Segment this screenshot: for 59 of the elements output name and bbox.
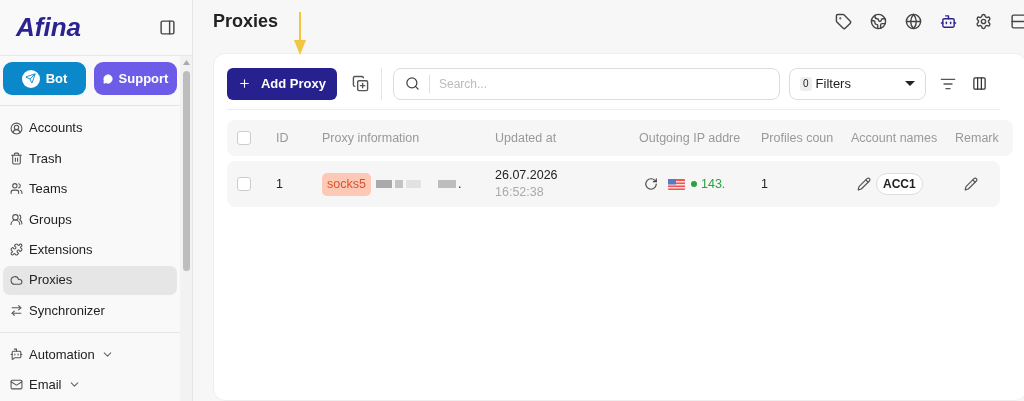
puzzle-icon — [10, 243, 23, 257]
edit-icon[interactable] — [857, 177, 871, 192]
filter-count: 0 — [800, 76, 812, 91]
panel-icon[interactable] — [159, 19, 176, 36]
nav-item[interactable]: Extensions — [3, 235, 177, 265]
nav-item[interactable]: Teams — [3, 174, 177, 204]
search-box[interactable]: Search... — [393, 67, 780, 100]
chat-icon — [102, 73, 113, 84]
cloud-icon — [10, 273, 23, 287]
support-button[interactable]: Support — [94, 62, 177, 95]
arrows-icon — [10, 303, 23, 317]
columns-icon[interactable] — [972, 76, 987, 92]
nav-item[interactable]: Synchronizer — [3, 295, 177, 325]
people-icon — [10, 212, 23, 226]
nav-item[interactable]: Accounts — [3, 113, 177, 143]
nav-section[interactable]: Email — [3, 369, 177, 400]
robot-icon — [10, 348, 23, 362]
people-icon — [10, 182, 23, 196]
refresh-icon[interactable] — [644, 177, 658, 192]
nav-item[interactable]: Trash — [3, 144, 177, 174]
add-batch-icon[interactable] — [352, 75, 369, 93]
caret-icon — [905, 81, 915, 87]
page-title: Proxies — [213, 10, 279, 34]
search-field[interactable]: Search... — [439, 74, 768, 93]
add-proxy-button[interactable]: Add Proxy — [227, 67, 337, 100]
table-cell: 1 — [276, 176, 283, 191]
user-icon — [10, 121, 23, 135]
filters-label: Filters — [815, 74, 852, 93]
edit-icon[interactable] — [964, 177, 978, 192]
ip-address: 143. — [701, 175, 726, 193]
updated-time: 16:52:38 — [495, 184, 545, 202]
table-cell: 1 — [761, 176, 768, 191]
send-icon — [21, 69, 40, 88]
arrow-annotation — [293, 12, 307, 57]
checkbox[interactable] — [237, 177, 251, 192]
layout-icon[interactable] — [1010, 13, 1024, 31]
plus-icon — [238, 77, 251, 91]
bot-button[interactable]: Bot — [3, 62, 86, 95]
logo: Afina — [16, 11, 81, 44]
mail-icon — [10, 378, 23, 392]
settings-icon[interactable] — [975, 13, 992, 31]
account-tag: ACC1 — [876, 173, 923, 196]
checkbox[interactable] — [237, 131, 251, 146]
nav-item[interactable]: Groups — [3, 204, 177, 234]
filters-dropdown[interactable]: 0 Filters — [789, 67, 926, 100]
table-cell-text: . — [457, 175, 462, 193]
nav-section[interactable]: Automation — [3, 339, 177, 370]
scrollbar[interactable] — [180, 56, 192, 401]
globe-icon[interactable] — [905, 13, 922, 31]
protocol-tag: socks5 — [322, 172, 371, 196]
table-row[interactable]: 1 socks5 . 26.07.2026 16:52:38 143. 1 ACC1 — [227, 161, 1000, 208]
flag-icon — [668, 178, 685, 190]
tag-icon[interactable] — [835, 13, 852, 31]
nav-item[interactable]: Proxies — [3, 265, 177, 295]
globe-icon[interactable] — [870, 13, 887, 31]
robot-icon[interactable] — [940, 13, 957, 31]
search-icon — [405, 76, 420, 92]
trash-icon — [10, 152, 23, 166]
updated-date: 26.07.2026 — [495, 167, 559, 185]
